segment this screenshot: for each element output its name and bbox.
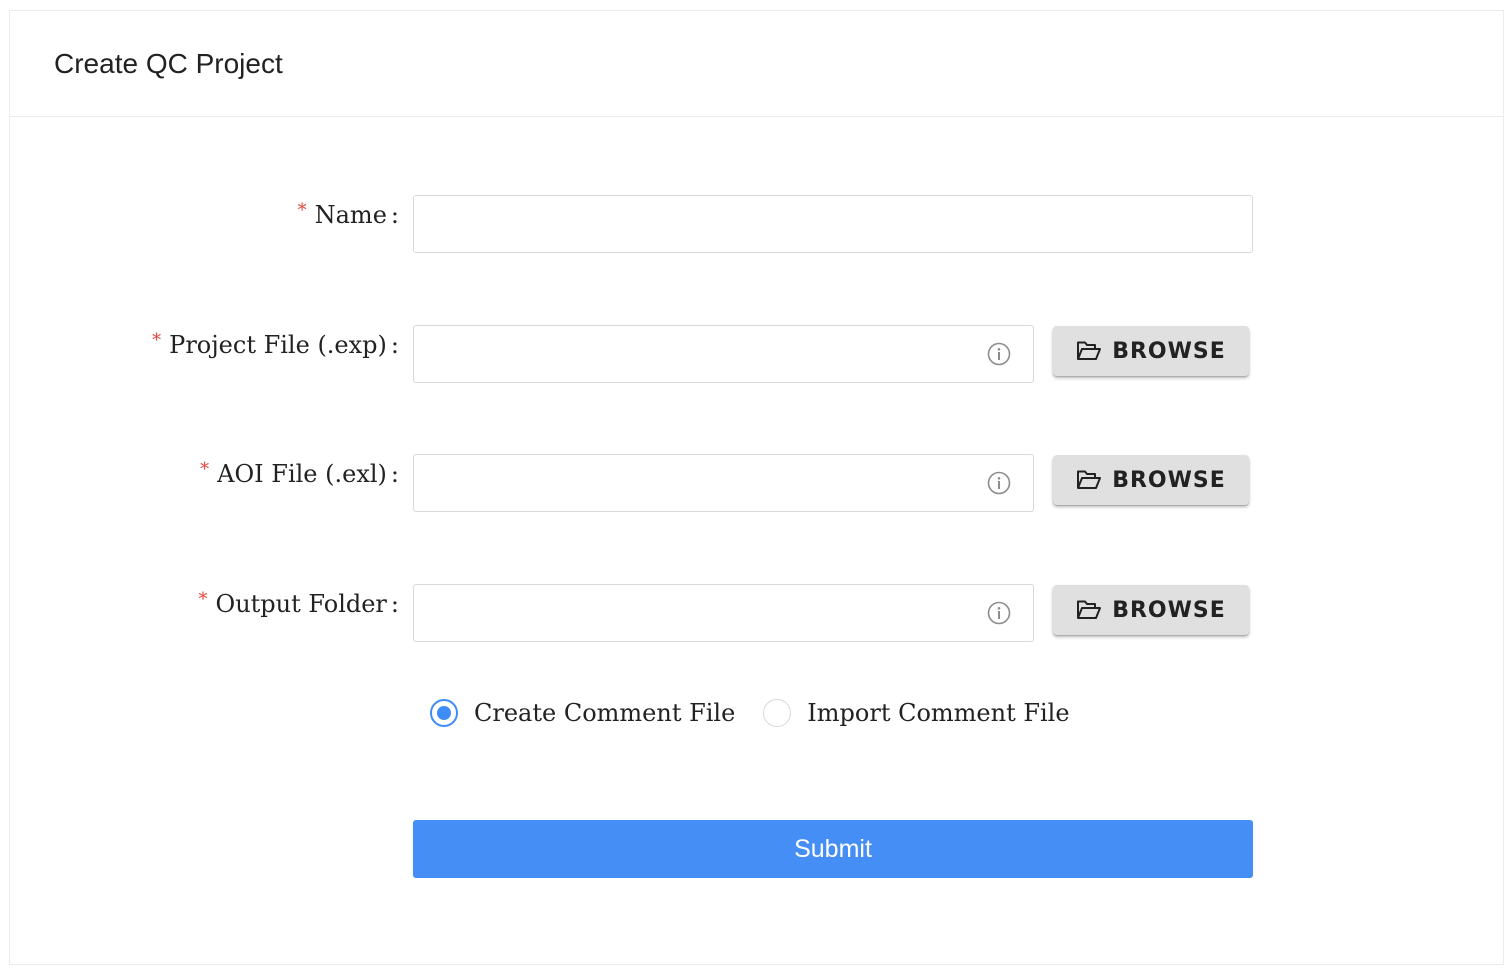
radio-label: Create Comment File — [474, 699, 736, 727]
comment-mode-radio-group: Create Comment File Import Comment File — [430, 697, 1098, 729]
radio-button-unchecked[interactable] — [763, 699, 792, 727]
project-file-browse-button[interactable]: BROWSE — [1053, 326, 1249, 376]
info-circle-icon[interactable] — [987, 601, 1011, 625]
folder-open-icon — [1077, 470, 1102, 489]
project-file-label: * Project File (.exp): — [152, 329, 399, 364]
radio-create-comment-file[interactable]: Create Comment File — [430, 699, 735, 727]
output-folder-row: * Output Folder: BROWSE — [10, 584, 1505, 642]
create-qc-project-card: Create QC Project * Name: * Project File (… — [9, 10, 1504, 965]
name-label-text: Name — [314, 201, 387, 229]
aoi-file-row: * AOI File (.exl): BROWSE — [10, 454, 1505, 512]
aoi-file-input[interactable] — [413, 454, 1034, 512]
required-marker: * — [152, 330, 162, 351]
page-title: Create QC Project — [54, 48, 283, 79]
project-file-label-text: Project File (.exp) — [169, 331, 387, 359]
card-header: Create QC Project — [10, 11, 1503, 117]
output-folder-browse-button[interactable]: BROWSE — [1053, 585, 1249, 635]
required-marker: * — [198, 589, 208, 610]
aoi-file-browse-button[interactable]: BROWSE — [1053, 455, 1249, 505]
output-folder-label: * Output Folder: — [199, 588, 399, 623]
aoi-file-label-text: AOI File (.exl) — [217, 460, 387, 488]
name-label: * Name: — [298, 199, 399, 234]
label-colon: : — [390, 331, 399, 359]
folder-open-icon — [1077, 341, 1102, 360]
label-colon: : — [390, 590, 399, 618]
browse-label: BROWSE — [1112, 597, 1226, 623]
radio-button-checked[interactable] — [430, 699, 458, 727]
aoi-file-label: * AOI File (.exl): — [200, 458, 399, 493]
required-marker: * — [297, 200, 307, 221]
name-row: * Name: — [10, 195, 1505, 253]
info-circle-icon[interactable] — [987, 342, 1011, 366]
browse-label: BROWSE — [1112, 338, 1226, 364]
output-folder-input[interactable] — [413, 584, 1034, 642]
name-input[interactable] — [413, 195, 1253, 253]
label-colon: : — [390, 201, 399, 229]
required-marker: * — [200, 459, 210, 480]
radio-label: Import Comment File — [807, 699, 1070, 727]
project-file-row: * Project File (.exp): BROWSE — [10, 325, 1505, 383]
browse-label: BROWSE — [1112, 467, 1226, 493]
info-circle-icon[interactable] — [987, 471, 1011, 495]
submit-button[interactable]: Submit — [413, 820, 1253, 878]
label-colon: : — [390, 460, 399, 488]
project-file-input[interactable] — [413, 325, 1034, 383]
radio-import-comment-file[interactable]: Import Comment File — [763, 699, 1070, 727]
output-folder-label-text: Output Folder — [215, 590, 387, 618]
folder-open-icon — [1077, 600, 1102, 619]
